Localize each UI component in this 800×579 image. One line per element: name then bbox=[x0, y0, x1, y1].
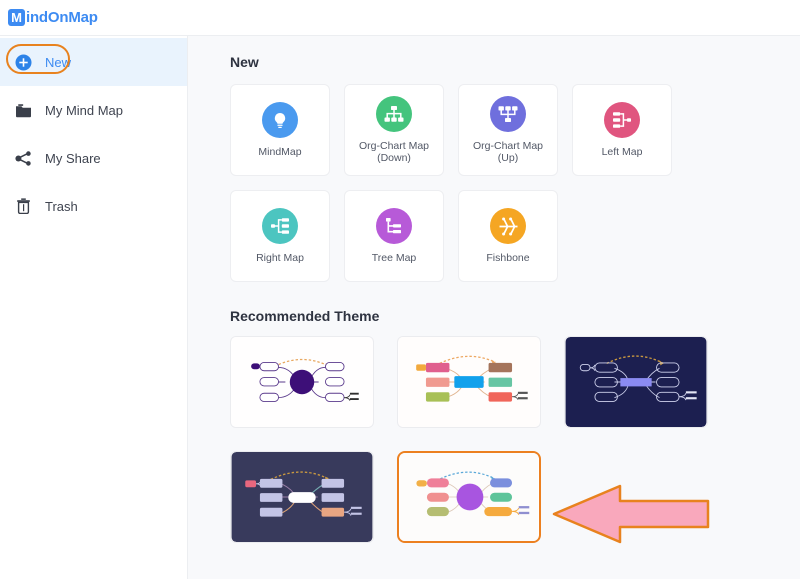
sidebar-item-trash[interactable]: Trash bbox=[0, 182, 187, 230]
sidebar-item-my-share[interactable]: My Share bbox=[0, 134, 187, 182]
theme-preview-5 bbox=[400, 453, 538, 541]
app-header: M indOnMap bbox=[0, 0, 800, 36]
card-label-tree-map: Tree Map bbox=[371, 252, 417, 264]
sidebar-item-new[interactable]: New bbox=[0, 38, 187, 86]
plus-circle-icon bbox=[14, 53, 32, 71]
theme-preview-4 bbox=[231, 452, 373, 542]
card-fishbone[interactable]: Fishbone bbox=[458, 190, 558, 282]
right-map-icon bbox=[262, 208, 298, 244]
card-left-map[interactable]: Left Map bbox=[572, 84, 672, 176]
new-card-grid: MindMap Org-Chart Map (Down) Org-Chart M… bbox=[230, 84, 775, 282]
logo-text: indOnMap bbox=[26, 9, 98, 26]
org-chart-up-icon bbox=[490, 96, 526, 132]
card-label-org-chart-map-down: Org-Chart Map (Down) bbox=[358, 140, 430, 164]
card-label-org-chart-map-up: Org-Chart Map (Up) bbox=[472, 140, 544, 164]
theme-colorful-rect-theme[interactable] bbox=[397, 336, 541, 428]
sidebar-item-my-mind-map[interactable]: My Mind Map bbox=[0, 86, 187, 134]
app-logo[interactable]: M indOnMap bbox=[8, 9, 98, 26]
card-label-fishbone: Fishbone bbox=[486, 252, 530, 264]
theme-preview-3 bbox=[565, 337, 707, 427]
share-nodes-icon bbox=[14, 149, 32, 167]
card-org-chart-map-up[interactable]: Org-Chart Map (Up) bbox=[458, 84, 558, 176]
mindonmap-app: M indOnMap New My Mind Map My Share Tras… bbox=[0, 0, 800, 579]
sidebar-item-label-my-share: My Share bbox=[45, 150, 101, 166]
logo-badge-icon: M bbox=[8, 9, 25, 26]
card-label-mindmap: MindMap bbox=[258, 146, 302, 158]
sidebar-item-label-trash: Trash bbox=[45, 198, 78, 214]
sidebar-item-label-new: New bbox=[45, 54, 72, 70]
left-map-icon bbox=[604, 102, 640, 138]
folder-icon bbox=[14, 101, 32, 119]
card-mindmap[interactable]: MindMap bbox=[230, 84, 330, 176]
org-chart-down-icon bbox=[376, 96, 412, 132]
card-tree-map[interactable]: Tree Map bbox=[344, 190, 444, 282]
new-section-title: New bbox=[230, 54, 259, 70]
theme-preview-2 bbox=[398, 337, 540, 427]
trash-icon bbox=[14, 197, 32, 215]
card-label-left-map: Left Map bbox=[601, 146, 643, 158]
theme-dark-slate-theme[interactable] bbox=[230, 451, 374, 543]
theme-dark-navy-theme[interactable] bbox=[564, 336, 708, 428]
theme-light-violet-theme[interactable] bbox=[397, 451, 541, 543]
card-right-map[interactable]: Right Map bbox=[230, 190, 330, 282]
card-label-right-map: Right Map bbox=[256, 252, 304, 264]
card-org-chart-map-down[interactable]: Org-Chart Map (Down) bbox=[344, 84, 444, 176]
theme-preview-1 bbox=[231, 337, 373, 427]
sidebar: New My Mind Map My Share Trash bbox=[0, 36, 188, 579]
tree-map-icon bbox=[376, 208, 412, 244]
fishbone-icon bbox=[490, 208, 526, 244]
sidebar-item-label-my-mind-map: My Mind Map bbox=[45, 102, 124, 118]
theme-grid bbox=[230, 336, 790, 543]
theme-light-purple-theme[interactable] bbox=[230, 336, 374, 428]
app-body: New My Mind Map My Share Trash New MindM… bbox=[0, 36, 800, 579]
lightbulb-icon bbox=[262, 102, 298, 138]
main-content: New MindMap Org-Chart Map (Down) Org-Cha… bbox=[188, 36, 800, 579]
theme-section-title: Recommended Theme bbox=[230, 308, 380, 324]
